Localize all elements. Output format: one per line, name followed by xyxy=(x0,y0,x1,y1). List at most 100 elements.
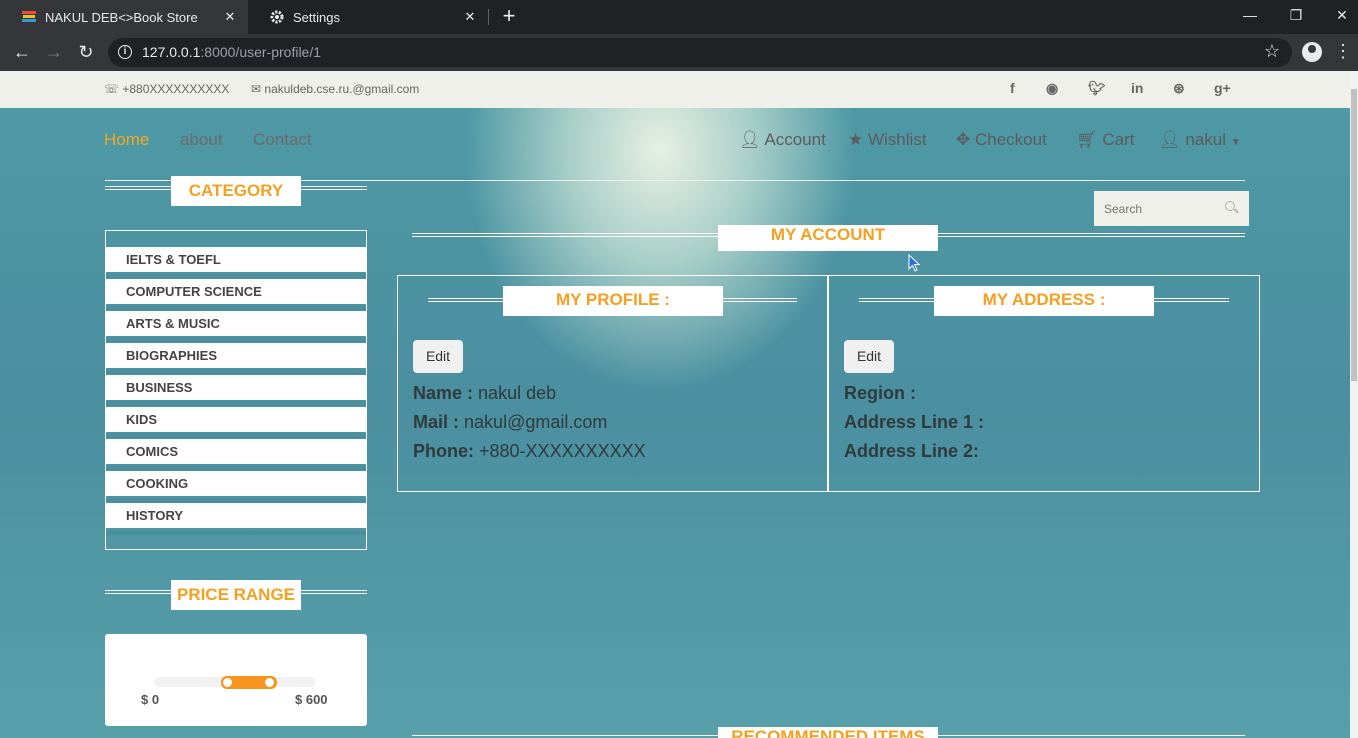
email-text: nakuldeb.cse.ru.@gmail.com xyxy=(264,82,420,96)
recommended-items-title: RECOMMENDED ITEMS xyxy=(718,727,938,738)
category-item[interactable]: COMPUTER SCIENCE xyxy=(106,279,366,311)
nav-wishlist[interactable]: ★ Wishlist xyxy=(848,130,927,150)
price-range-title: PRICE RANGE xyxy=(171,580,301,610)
category-item[interactable]: HISTORY xyxy=(106,503,366,535)
site-info-icon[interactable]: i xyxy=(118,45,132,59)
category-item[interactable]: ARTS & MUSIC xyxy=(106,311,366,343)
phone-label: Phone: xyxy=(413,441,474,461)
nav-cart-label: Cart xyxy=(1102,130,1135,149)
category-item[interactable]: COMICS xyxy=(106,439,366,471)
nav-about[interactable]: about xyxy=(180,130,223,150)
nav-checkout-label: Checkout xyxy=(974,130,1047,149)
my-account-title: MY ACCOUNT xyxy=(718,225,938,251)
crosshairs-icon: ✥ xyxy=(956,130,971,149)
page-scrollbar[interactable] xyxy=(1350,71,1358,738)
scrollbar-thumb[interactable] xyxy=(1351,89,1357,381)
category-list: IELTS & TOEFL COMPUTER SCIENCE ARTS & MU… xyxy=(105,230,367,550)
name-value: nakul deb xyxy=(478,383,557,403)
tab-book-store[interactable]: NAKUL DEB<>Book Store ✕ xyxy=(0,0,248,34)
user-icon: 👤︎ xyxy=(739,130,761,149)
minimize-button[interactable]: — xyxy=(1227,0,1273,34)
price-slider-max-handle[interactable] xyxy=(263,676,276,689)
address-line-1-label: Address Line 1 : xyxy=(844,412,985,432)
nav-home[interactable]: Home xyxy=(104,130,149,150)
new-tab-button[interactable]: + xyxy=(498,5,520,27)
category-item[interactable]: COOKING xyxy=(106,471,366,503)
nav-cart[interactable]: 🛒︎ Cart xyxy=(1076,130,1134,150)
address-panel: MY ADDRESS : Edit Region : Address Line … xyxy=(828,275,1260,492)
nav-checkout[interactable]: ✥ Checkout xyxy=(956,130,1047,150)
mouse-cursor-icon xyxy=(908,254,920,272)
category-title: CATEGORY xyxy=(171,176,301,206)
books-favicon-icon xyxy=(22,11,36,22)
mail-label: Mail : xyxy=(413,412,460,432)
restore-button[interactable]: ❐ xyxy=(1273,0,1319,34)
search-box xyxy=(1094,191,1249,226)
edit-address-button[interactable]: Edit xyxy=(844,340,894,373)
nav-contact[interactable]: Contact xyxy=(253,130,312,150)
tab-title: Settings xyxy=(293,9,340,25)
contact-strip: ☏ +880XXXXXXXXXX ✉ nakuldeb.cse.ru.@gmai… xyxy=(0,71,1350,108)
nav-account-label: Account xyxy=(764,130,826,149)
search-icon[interactable] xyxy=(1225,201,1235,211)
user-icon: 👤︎ xyxy=(1159,130,1181,149)
linkedin-icon[interactable]: in xyxy=(1131,80,1143,96)
github-icon[interactable]: ◉ xyxy=(1046,80,1058,97)
address-region: Region : xyxy=(844,383,916,404)
google-plus-icon[interactable]: g+ xyxy=(1214,80,1231,96)
price-min-label: $ 0 xyxy=(141,692,160,707)
address-bar[interactable]: i 127.0.0.1:8000/user-profile/1 ☆ xyxy=(108,38,1292,67)
url-text: 127.0.0.1:8000/user-profile/1 xyxy=(142,44,321,60)
category-item[interactable]: BIOGRAPHIES xyxy=(106,343,366,375)
my-profile-title: MY PROFILE : xyxy=(503,286,723,316)
category-item[interactable]: BUSINESS xyxy=(106,375,366,407)
back-button[interactable]: ← xyxy=(10,41,34,65)
profile-name: Name : nakul deb xyxy=(413,383,556,404)
price-range-panel: $ 0 $ 600 xyxy=(105,634,367,726)
phone-info: ☏ +880XXXXXXXXXX xyxy=(104,82,230,96)
dribbble-icon[interactable]: ⊛ xyxy=(1173,80,1185,97)
page-viewport: ☏ +880XXXXXXXXXX ✉ nakuldeb.cse.ru.@gmai… xyxy=(0,71,1358,738)
profile-avatar-icon[interactable] xyxy=(1302,42,1322,62)
close-window-button[interactable]: ✕ xyxy=(1319,0,1358,34)
close-tab-icon[interactable]: ✕ xyxy=(458,9,482,25)
facebook-icon[interactable]: f xyxy=(1010,80,1015,96)
name-label: Name : xyxy=(413,383,474,403)
nav-account[interactable]: 👤︎ Account xyxy=(739,130,826,150)
forward-button[interactable]: → xyxy=(42,41,66,65)
search-input[interactable] xyxy=(1094,191,1219,226)
gear-icon xyxy=(270,10,284,24)
address-line-2-label: Address Line 2: xyxy=(844,441,980,461)
cart-icon: 🛒︎ xyxy=(1076,130,1098,149)
close-tab-icon[interactable]: ✕ xyxy=(218,9,242,25)
tab-divider xyxy=(488,9,489,25)
reload-button[interactable]: ↻ xyxy=(74,41,98,65)
twitter-icon[interactable]: 🐦︎ xyxy=(1088,80,1106,97)
category-item[interactable]: IELTS & TOEFL xyxy=(106,247,366,279)
tab-settings[interactable]: Settings ✕ xyxy=(248,0,488,34)
profile-phone: Phone: +880-XXXXXXXXXX xyxy=(413,441,646,462)
nav-wishlist-label: Wishlist xyxy=(867,130,927,149)
mail-value: nakul@gmail.com xyxy=(464,412,608,432)
url-path: :8000/user-profile/1 xyxy=(200,44,322,60)
nav-user-label: nakul xyxy=(1185,130,1226,149)
browser-tab-bar: NAKUL DEB<>Book Store ✕ Settings ✕ + — ❐… xyxy=(0,0,1358,34)
my-address-title: MY ADDRESS : xyxy=(934,286,1154,316)
bookmark-star-icon[interactable]: ☆ xyxy=(1264,41,1280,62)
price-slider-min-handle[interactable] xyxy=(221,676,234,689)
tab-title: NAKUL DEB<>Book Store xyxy=(45,9,198,25)
region-label: Region : xyxy=(844,383,916,403)
phone-text: +880XXXXXXXXXX xyxy=(122,82,230,96)
phone-value: +880-XXXXXXXXXX xyxy=(479,441,646,461)
edit-profile-button[interactable]: Edit xyxy=(413,340,463,373)
browser-menu-icon[interactable]: ⋮ xyxy=(1334,40,1352,62)
star-icon: ★ xyxy=(848,130,864,149)
address-line-2: Address Line 2: xyxy=(844,441,979,462)
url-host: 127.0.0.1 xyxy=(142,44,201,60)
category-item[interactable]: KIDS xyxy=(106,407,366,439)
profile-panel: MY PROFILE : Edit Name : nakul deb Mail … xyxy=(397,275,828,492)
address-line-1: Address Line 1 : xyxy=(844,412,984,433)
profile-mail: Mail : nakul@gmail.com xyxy=(413,412,607,433)
email-info: ✉ nakuldeb.cse.ru.@gmail.com xyxy=(251,82,420,96)
nav-user-dropdown[interactable]: 👤︎ nakul ▼ xyxy=(1159,130,1241,150)
